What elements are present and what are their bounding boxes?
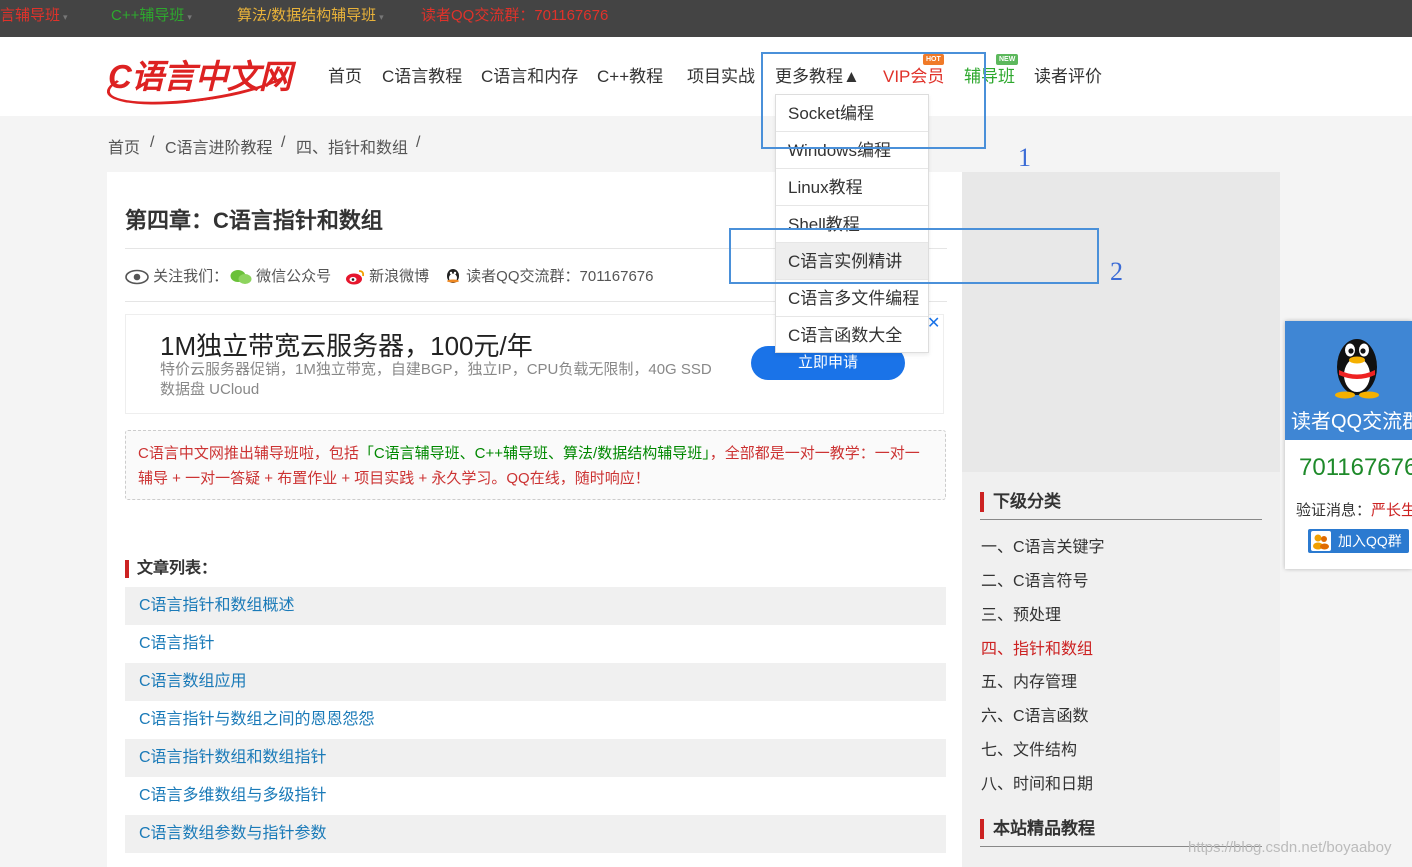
wechat-link[interactable]: 微信公众号 [230,265,331,286]
ad-description: 特价云服务器促销，1M独立带宽，自建BGP，独立IP，CPU负载无限制，40G … [160,361,712,398]
breadcrumb-c-advanced[interactable]: C语言进阶教程 [165,134,273,158]
close-icon[interactable]: ✕ [927,313,940,333]
follow-label: 关注我们： [153,268,229,285]
qq-group-number: 701167676 [1299,454,1412,481]
featured-heading: 本站精品教程 [980,819,1095,839]
article-link[interactable]: C语言多维数组与多级指针 [125,777,946,815]
watermark: https://blog.csdn.net/boyaaboy [1188,839,1392,856]
wechat-icon [230,270,252,285]
chevron-down-icon: ▾ [379,12,384,22]
dropdown-item-c-functions[interactable]: C语言函数大全 [776,317,928,354]
article-link[interactable]: C语言指针与数组之间的恩恩怨怨 [125,701,946,739]
notice-highlight: 「C语言辅导班、C++辅导班、算法/数据结构辅导班」 [358,445,710,462]
qq-widget-title: 读者QQ交流群 [1291,411,1412,433]
qq-verify-label: 验证消息： [1296,502,1372,519]
notice-text: C语言中文网推出辅导班啦，包括 [138,445,359,462]
sidebar-item-pointers-arrays[interactable]: 四、指针和数组 [981,635,1093,659]
dropdown-item-linux[interactable]: Linux教程 [776,169,928,206]
weibo-icon [346,270,365,285]
sidebar-ad-area [962,172,1280,472]
topbar-c-tutoring-label: 言辅导班 [0,7,61,24]
article-list-heading: 文章列表： [125,560,217,578]
ad-title: 1M独立带宽云服务器，100元/年 [160,331,533,361]
nav-cpp-tutorial[interactable]: C++教程 [597,66,663,88]
qq-group-label: 读者QQ交流群：701167676 [466,268,654,285]
annotation-box-2 [729,228,1099,284]
subcategory-heading: 下级分类 [980,492,1061,512]
breadcrumb-separator: / [150,134,155,151]
topbar-qq-group[interactable]: 读者QQ交流群：701167676 [421,0,608,37]
sidebar-item-symbols[interactable]: 二、C语言符号 [981,567,1089,591]
sidebar-item-functions[interactable]: 六、C语言函数 [981,702,1089,726]
sidebar-item-keywords[interactable]: 一、C语言关键字 [981,533,1105,557]
topbar-cpp-tutoring[interactable]: C++辅导班 ▾ [111,0,192,37]
breadcrumb-pointers-arrays[interactable]: 四、指针和数组 [296,134,408,158]
qq-penguin-icon [447,269,459,284]
sidebar-item-file-structure[interactable]: 七、文件结构 [981,736,1077,760]
breadcrumb-separator: / [281,134,286,151]
qq-verify-message: 验证消息：严长生 [1296,499,1412,520]
nav-c-memory[interactable]: C语言和内存 [481,66,578,88]
article-link[interactable]: C语言数组参数与指针参数 [125,815,946,853]
article-link[interactable]: C语言指针和数组概述 [125,587,946,625]
article-link[interactable]: C语言指针 [125,625,946,663]
top-bar: 言辅导班 ▾ C++辅导班 ▾ 算法/数据结构辅导班 ▾ 读者QQ交流群：701167… [0,0,1412,37]
qq-penguin-icon [1335,339,1379,399]
topbar-qq-group-label: 读者QQ交流群：701167676 [421,7,609,24]
nav-c-tutorial[interactable]: C语言教程 [382,66,462,88]
topbar-c-tutoring[interactable]: 言辅导班 ▾ [0,0,68,37]
nav-reviews[interactable]: 读者评价 [1034,66,1102,88]
qq-verify-value: 严长生 [1371,502,1412,519]
logo-text: C语言中文网 [108,58,292,95]
annotation-label-2: 2 [1110,257,1123,286]
join-qq-group-label: 加入QQ群 [1338,533,1402,549]
article-link[interactable]: C语言指针数组和数组指针 [125,739,946,777]
breadcrumb-home[interactable]: 首页 [108,134,140,158]
topbar-algo-tutoring[interactable]: 算法/数据结构辅导班 ▾ [237,0,384,37]
chevron-down-icon: ▾ [187,12,192,22]
wechat-label: 微信公众号 [256,268,332,285]
annotation-label-1: 1 [1018,143,1031,172]
qq-group-widget: 读者QQ交流群 701167676 验证消息：严长生 加入QQ群 [1285,321,1412,569]
follow-row: 关注我们： [125,265,228,286]
new-badge: NEW [996,54,1019,65]
sidebar-item-memory[interactable]: 五、内存管理 [981,668,1077,692]
page-title: 第四章：C语言指针和数组 [125,208,383,233]
article-link[interactable] [125,853,946,867]
divider [980,519,1262,520]
weibo-link[interactable]: 新浪微博 [345,265,429,286]
topbar-algo-tutoring-label: 算法/数据结构辅导班 [237,7,377,24]
breadcrumb-separator: / [416,134,421,151]
article-link[interactable]: C语言数组应用 [125,663,946,701]
weibo-label: 新浪微博 [369,268,430,285]
group-users-icon [1311,531,1331,551]
topbar-cpp-tutoring-label: C++辅导班 [111,7,185,24]
chevron-down-icon: ▾ [63,12,68,22]
site-logo[interactable]: C语言中文网 [103,43,299,115]
tutoring-notice: C语言中文网推出辅导班啦，包括「C语言辅导班、C++辅导班、算法/数据结构辅导班… [125,430,946,500]
join-qq-group-button[interactable]: 加入QQ群 [1308,529,1409,553]
sidebar-item-datetime[interactable]: 八、时间和日期 [981,770,1093,794]
annotation-box-1 [761,52,986,149]
eye-icon [125,269,149,285]
nav-home[interactable]: 首页 [328,66,362,88]
nav-projects[interactable]: 项目实战 [687,66,755,88]
sidebar-item-preprocessing[interactable]: 三、预处理 [981,601,1061,625]
qq-widget-header: 读者QQ交流群 [1285,321,1412,440]
qq-group-link[interactable]: 读者QQ交流群：701167676 [444,265,653,286]
dropdown-item-c-multifile[interactable]: C语言多文件编程 [776,280,928,317]
